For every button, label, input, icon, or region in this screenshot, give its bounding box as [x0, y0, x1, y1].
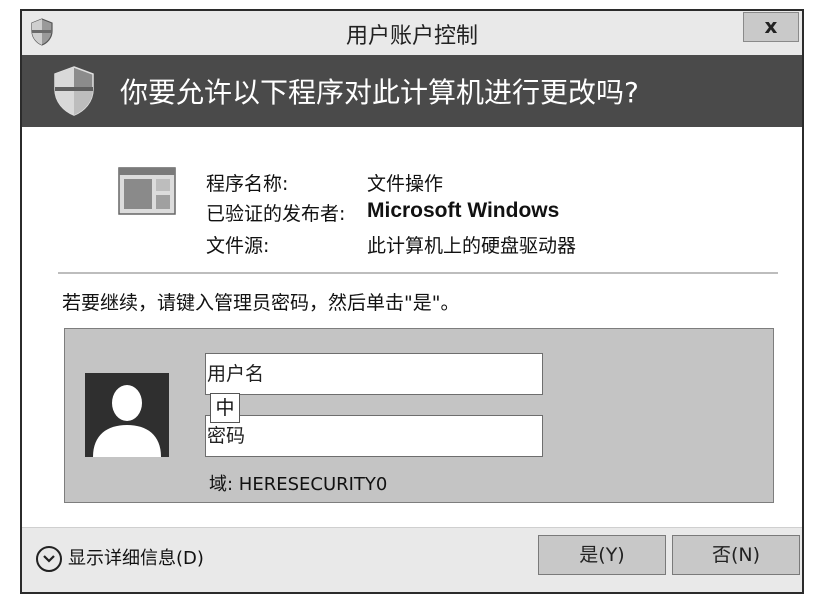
publisher-value: Microsoft Windows	[367, 199, 560, 222]
divider	[58, 272, 778, 274]
yes-button[interactable]: 是(Y)	[538, 535, 666, 575]
uac-shield-icon	[54, 66, 94, 116]
title-bar: 用户账户控制 x	[22, 11, 802, 55]
close-button[interactable]: x	[743, 12, 799, 42]
username-input[interactable]: 用户名	[205, 353, 543, 395]
window-title: 用户账户控制	[345, 24, 478, 49]
domain-label: 域: HERESECURITY0	[209, 474, 388, 495]
instruction-text: 若要继续，请键入管理员密码，然后单击"是"。	[62, 292, 460, 314]
program-icon	[118, 167, 176, 215]
chevron-down-icon	[36, 546, 62, 572]
file-origin-label: 文件源:	[206, 235, 270, 257]
user-avatar-icon	[85, 373, 169, 457]
no-button[interactable]: 否(N)	[672, 535, 800, 575]
show-details-label: 显示详细信息(D)	[68, 548, 204, 569]
ime-indicator: 中	[210, 393, 240, 423]
credential-panel: 用户名 密码 中 域: HERESECURITY0	[64, 328, 774, 503]
file-origin-value: 此计算机上的硬盘驱动器	[367, 235, 577, 257]
program-name-value: 文件操作	[367, 173, 444, 195]
close-icon: x	[764, 14, 778, 38]
publisher-label: 已验证的发布者:	[206, 203, 346, 225]
prompt-question: 你要允许以下程序对此计算机进行更改吗?	[120, 76, 639, 109]
uac-dialog: 用户账户控制 x 你要允许以下程序对此计算机进行更改吗? 程序名称: 文件操作 …	[20, 9, 804, 594]
program-name-label: 程序名称:	[206, 173, 289, 195]
show-details-link[interactable]: 显示详细信息(D)	[36, 544, 204, 572]
password-input[interactable]: 密码	[205, 415, 543, 457]
prompt-banner: 你要允许以下程序对此计算机进行更改吗?	[22, 55, 802, 127]
dialog-footer: 显示详细信息(D) 是(Y) 否(N)	[22, 527, 802, 592]
